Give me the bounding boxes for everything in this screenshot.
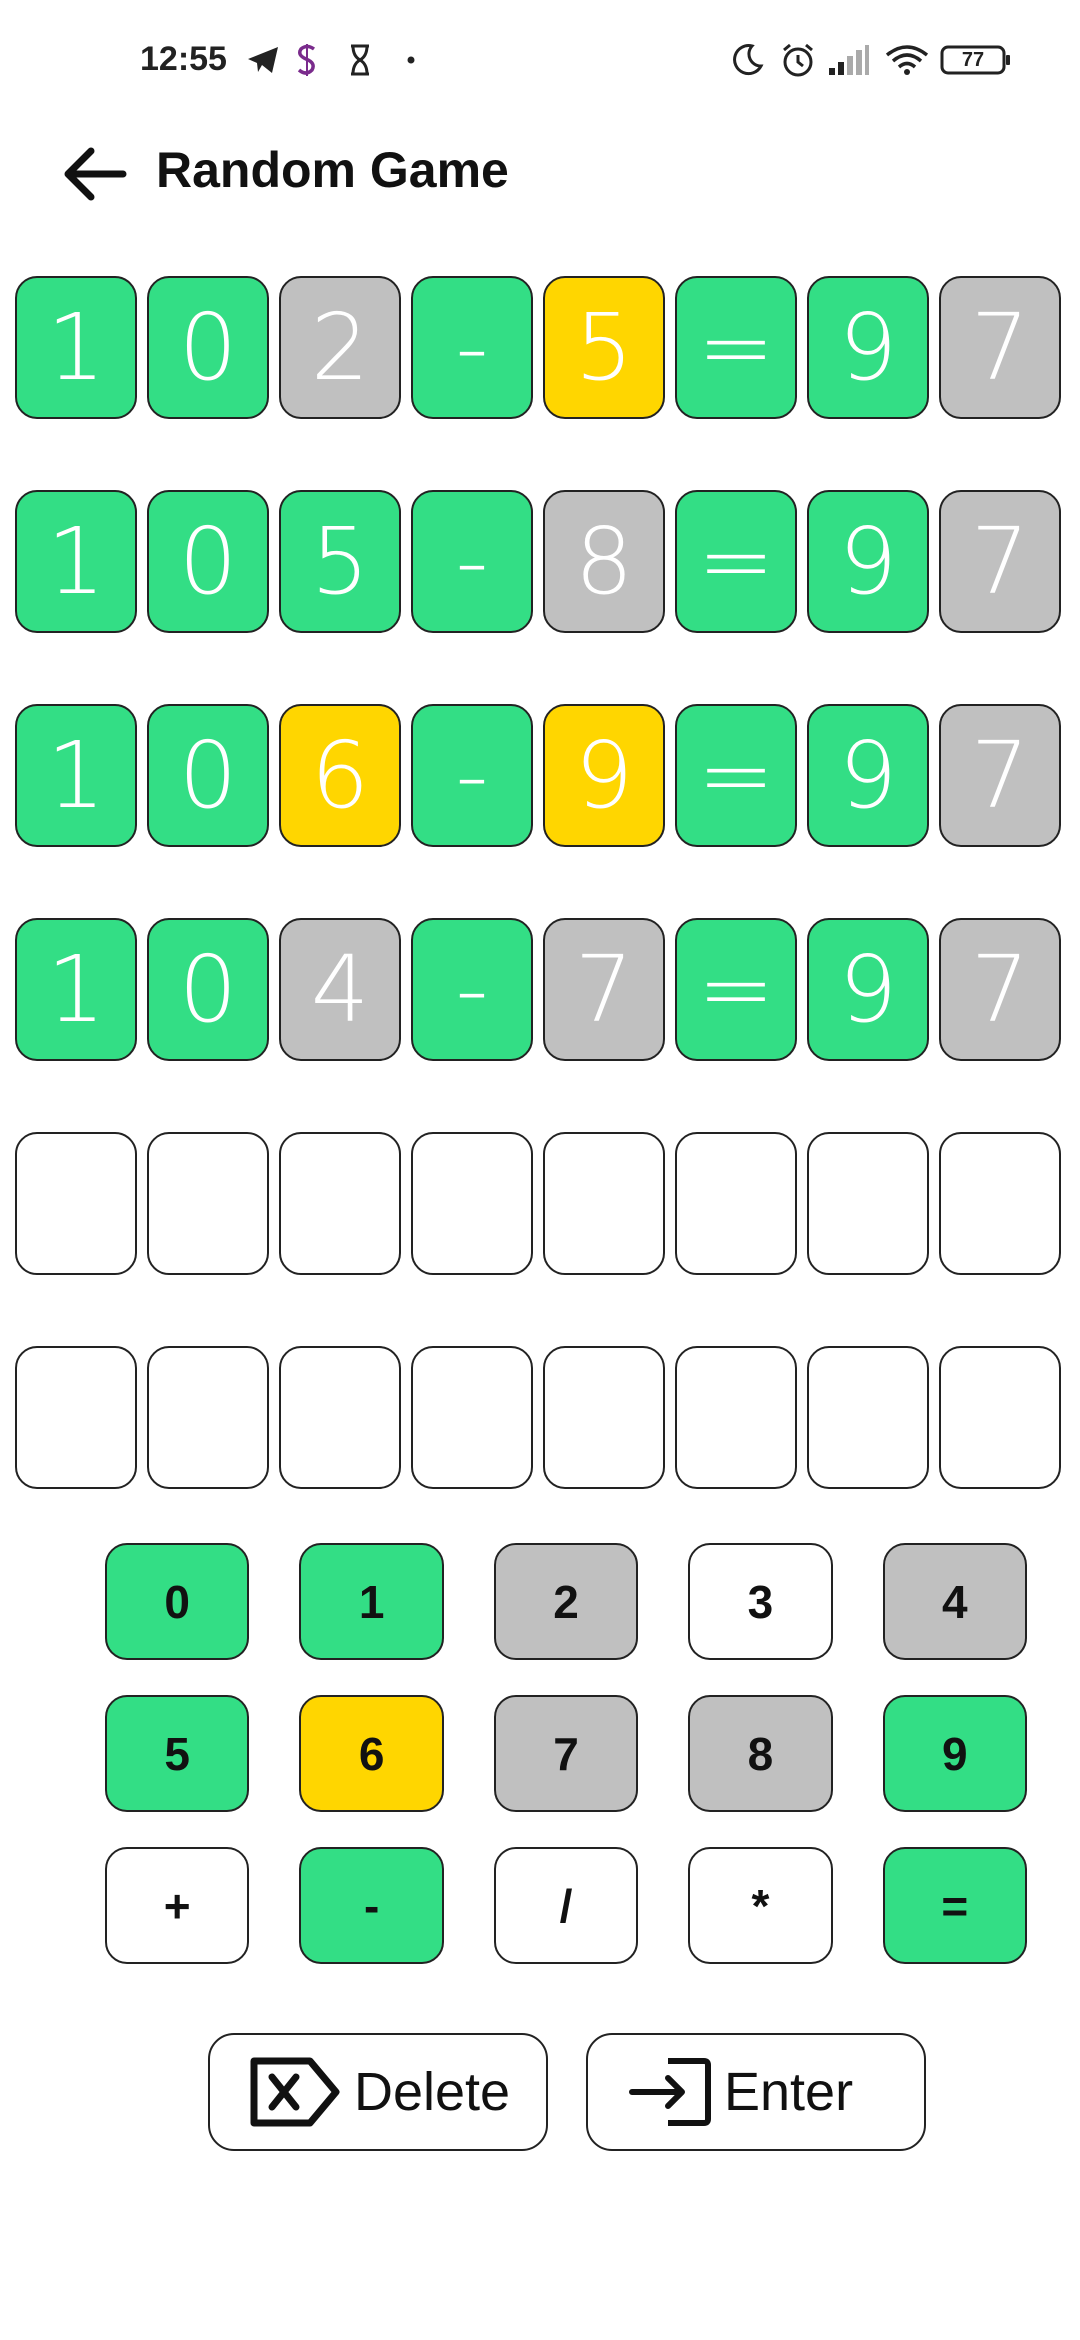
- board-cell: [675, 1132, 797, 1275]
- key-button[interactable]: 8: [688, 1695, 833, 1812]
- telegram-icon: [246, 42, 280, 78]
- board-cell: 1: [15, 704, 137, 847]
- board-row: 1 0 5-8 = 9 7: [15, 490, 1065, 633]
- board-cell: =: [675, 276, 797, 419]
- board-cell: 0: [147, 918, 269, 1061]
- board-cell: 5: [279, 490, 401, 633]
- enter-button[interactable]: Enter: [586, 2033, 926, 2151]
- board-cell: 4: [279, 918, 401, 1061]
- dot-icon: [406, 42, 416, 78]
- board-cell: 0: [147, 276, 269, 419]
- key-button[interactable]: 2: [493, 1543, 639, 1660]
- delete-button[interactable]: Delete: [208, 2033, 548, 2151]
- board-row: 1 0 4-7 = 9 7: [15, 918, 1065, 1061]
- board-cell: [411, 1346, 533, 1489]
- key-button[interactable]: +: [105, 1847, 250, 1964]
- key-button[interactable]: 4: [882, 1543, 1028, 1660]
- board-cell: -: [411, 276, 533, 419]
- board-cell: 6: [279, 704, 401, 847]
- moon-icon: [730, 42, 764, 78]
- board-cell: [807, 1346, 929, 1489]
- board-cell: [543, 1346, 665, 1489]
- board-cell: [939, 1346, 1061, 1489]
- board-cell: 1: [15, 276, 137, 419]
- back-button[interactable]: [58, 138, 130, 210]
- delete-label: Delete: [354, 2062, 511, 2122]
- board-cell: [807, 1132, 929, 1275]
- board-cell: 7: [543, 918, 665, 1061]
- board-cell: [279, 1346, 401, 1489]
- board-cell: 1: [15, 918, 137, 1061]
- key-button[interactable]: -: [299, 1847, 444, 1964]
- board-cell: [147, 1346, 269, 1489]
- action-buttons: Delete Enter: [208, 2033, 926, 2151]
- board-cell: 2: [279, 276, 401, 419]
- game-board: 1 0 2-5 = 9 7 1 0 5-8 = 9 7 1 0 6-9 = 9 7 1 0 4-7 = 9 7: [15, 276, 1065, 1560]
- signal-icon: [828, 42, 870, 78]
- board-cell: [411, 1132, 533, 1275]
- board-row: 1 0 6-9 = 9 7: [15, 704, 1065, 847]
- board-cell: -: [411, 490, 533, 633]
- key-row: 56789: [105, 1695, 1028, 1812]
- board-cell: [147, 1132, 269, 1275]
- key-button[interactable]: 0: [105, 1543, 250, 1660]
- hourglass-icon: [348, 42, 372, 78]
- key-row: 01234: [105, 1543, 1028, 1660]
- board-cell: 7: [939, 918, 1061, 1061]
- board-cell: -: [411, 704, 533, 847]
- board-cell: 7: [939, 276, 1061, 419]
- enter-label: Enter: [724, 2062, 854, 2122]
- wifi-icon: [884, 42, 930, 78]
- board-cell: 7: [939, 704, 1061, 847]
- board-row: 1 0 2-5 = 9 7: [15, 276, 1065, 419]
- board-cell: [279, 1132, 401, 1275]
- arrow-left-icon: [64, 147, 127, 201]
- key-button[interactable]: 1: [299, 1543, 444, 1660]
- board-cell: =: [675, 918, 797, 1061]
- key-button[interactable]: =: [882, 1847, 1028, 1964]
- board-cell: 9: [807, 276, 929, 419]
- board-cell: 1: [15, 490, 137, 633]
- board-cell: 9: [807, 704, 929, 847]
- status-time: 12:55: [140, 40, 227, 78]
- key-button[interactable]: 6: [299, 1695, 444, 1812]
- key-button[interactable]: 9: [882, 1695, 1028, 1812]
- board-row: [15, 1132, 1065, 1275]
- key-row: + - / * =: [105, 1847, 1028, 1964]
- page-title: Random Game: [156, 142, 509, 198]
- board-cell: 5: [543, 276, 665, 419]
- key-button[interactable]: /: [493, 1847, 639, 1964]
- board-cell: [939, 1132, 1061, 1275]
- battery-icon: 77: [940, 42, 1012, 78]
- board-cell: 9: [807, 918, 929, 1061]
- board-cell: [15, 1132, 137, 1275]
- board-cell: 9: [543, 704, 665, 847]
- status-bar: 12:55 77: [0, 0, 1080, 120]
- board-cell: 8: [543, 490, 665, 633]
- board-cell: 9: [807, 490, 929, 633]
- key-button[interactable]: 7: [493, 1695, 639, 1812]
- board-cell: [675, 1346, 797, 1489]
- key-button[interactable]: 5: [105, 1695, 250, 1812]
- key-button[interactable]: *: [688, 1847, 833, 1964]
- battery-level: 77: [961, 48, 985, 71]
- backspace-icon: [250, 2057, 340, 2127]
- board-cell: -: [411, 918, 533, 1061]
- board-row: [15, 1346, 1065, 1489]
- board-cell: =: [675, 704, 797, 847]
- board-cell: 0: [147, 704, 269, 847]
- keyboard: 0 1 2 3 4 5 6 7 8 9 + - / * =: [105, 1543, 1028, 1999]
- key-button[interactable]: 3: [688, 1543, 833, 1660]
- board-cell: 7: [939, 490, 1061, 633]
- board-cell: 0: [147, 490, 269, 633]
- app-bar: Random Game: [0, 120, 1080, 220]
- s-app-icon: [294, 42, 320, 78]
- alarm-icon: [780, 42, 816, 78]
- board-cell: [15, 1346, 137, 1489]
- board-cell: [543, 1132, 665, 1275]
- enter-icon: [629, 2058, 711, 2126]
- board-cell: =: [675, 490, 797, 633]
